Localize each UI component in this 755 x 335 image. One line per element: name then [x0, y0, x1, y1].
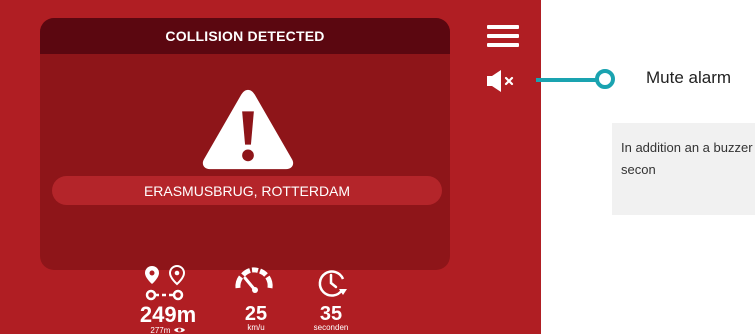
- menu-icon-bar: [487, 43, 519, 47]
- info-box: In addition an a buzzer will s every 5 s…: [612, 123, 755, 215]
- speedometer-icon: [235, 267, 273, 293]
- info-text: In addition an a buzzer will s every 5 s…: [621, 140, 755, 177]
- distance-stat: 249m 277m: [136, 304, 200, 335]
- speaker-mute-icon: [487, 70, 514, 92]
- mute-button[interactable]: [486, 69, 518, 93]
- menu-icon-bar: [487, 25, 519, 29]
- location-bar: ERASMUSBRUG, ROTTERDAM: [52, 176, 442, 205]
- alert-card: COLLISION DETECTED ERASMUSBRUG, ROTTERDA…: [40, 18, 450, 270]
- time-unit: seconden: [313, 323, 349, 332]
- eye-icon: [173, 327, 185, 333]
- alert-header: COLLISION DETECTED: [40, 18, 450, 54]
- distance-value: 249m: [139, 302, 197, 327]
- speed-stat: 25 km/u: [236, 304, 276, 332]
- device-screen: COLLISION DETECTED ERASMUSBRUG, ROTTERDA…: [0, 0, 541, 335]
- callout-line: [536, 78, 602, 82]
- route-distance-icon: [145, 264, 186, 301]
- location-label: ERASMUSBRUG, ROTTERDAM: [143, 182, 351, 199]
- alert-title: COLLISION DETECTED: [165, 28, 325, 44]
- menu-icon-bar: [487, 34, 519, 38]
- speed-unit: km/u: [247, 323, 265, 332]
- callout-dot: [595, 69, 615, 89]
- warning-icon: [202, 89, 294, 170]
- menu-button[interactable]: [487, 25, 519, 49]
- time-stat: 35 seconden: [306, 304, 356, 332]
- callout-label: Mute alarm: [646, 68, 732, 87]
- speed-value: 25: [244, 303, 268, 325]
- time-value: 35: [319, 303, 343, 325]
- clock-timer-icon: [318, 270, 347, 297]
